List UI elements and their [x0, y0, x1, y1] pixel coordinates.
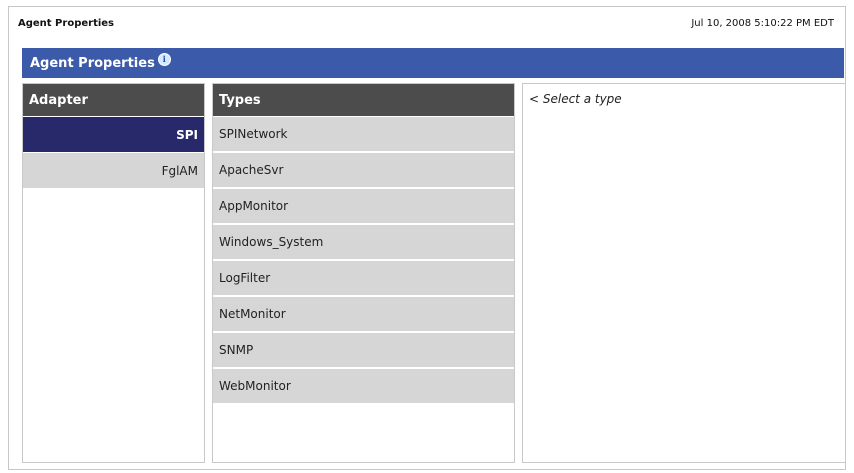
type-item-logfilter[interactable]: LogFilter: [213, 261, 514, 297]
type-item-windows-system[interactable]: Windows_System: [213, 225, 514, 261]
adapter-column-header: Adapter: [23, 84, 204, 117]
type-item-spinetwork[interactable]: SPINetwork: [213, 117, 514, 153]
type-item-snmp[interactable]: SNMP: [213, 333, 514, 369]
select-type-hint: < Select a type: [529, 92, 622, 106]
adapter-item-spi[interactable]: SPI: [23, 117, 204, 153]
adapter-column: Adapter SPI FglAM: [22, 83, 205, 463]
timestamp: Jul 10, 2008 5:10:22 PM EDT: [691, 18, 834, 29]
adapter-item-fglam[interactable]: FglAM: [23, 153, 204, 189]
info-icon[interactable]: i: [157, 52, 171, 66]
types-column-header: Types: [213, 84, 514, 117]
type-item-apachesvr[interactable]: ApacheSvr: [213, 153, 514, 189]
type-item-webmonitor[interactable]: WebMonitor: [213, 369, 514, 405]
type-item-appmonitor[interactable]: AppMonitor: [213, 189, 514, 225]
types-column: Types SPINetwork ApacheSvr AppMonitor Wi…: [212, 83, 515, 463]
page-title: Agent Properties: [18, 18, 115, 29]
detail-column: < Select a type: [522, 83, 846, 463]
panel-title: Agent Properties: [30, 55, 155, 71]
agent-properties-header: Agent Properties i: [22, 48, 844, 78]
type-item-netmonitor[interactable]: NetMonitor: [213, 297, 514, 333]
